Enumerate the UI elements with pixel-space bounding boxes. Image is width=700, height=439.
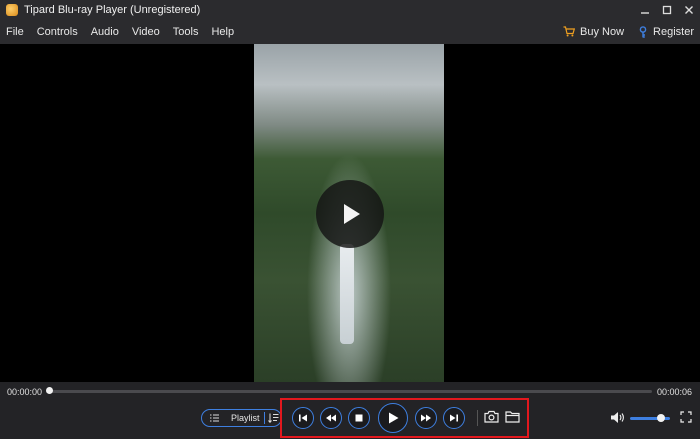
seek-thumb[interactable] xyxy=(46,387,53,394)
playlist-button[interactable]: Playlist xyxy=(201,409,282,427)
menu-file[interactable]: File xyxy=(6,26,24,38)
menu-audio[interactable]: Audio xyxy=(91,26,119,38)
maximize-icon xyxy=(662,5,672,14)
video-frame xyxy=(254,44,444,382)
duration: 00:00:06 xyxy=(656,387,692,397)
control-panel: 00:00:00 00:00:06 Playlist xyxy=(0,382,700,439)
previous-button[interactable] xyxy=(292,407,314,429)
current-time: 00:00:00 xyxy=(7,387,43,397)
maximize-button[interactable] xyxy=(656,0,678,19)
fast-forward-button[interactable] xyxy=(415,407,437,429)
center-play-button[interactable] xyxy=(316,180,384,248)
menu-bar: File Controls Audio Video Tools Help Buy… xyxy=(0,19,700,44)
close-button[interactable] xyxy=(678,0,700,19)
playlist-divider xyxy=(264,412,265,424)
snapshot-icon xyxy=(484,410,499,423)
menu-help[interactable]: Help xyxy=(211,26,234,38)
open-folder-icon xyxy=(505,411,520,423)
key-icon xyxy=(639,25,647,38)
window-controls xyxy=(634,0,700,19)
play-icon xyxy=(389,412,399,424)
window-title: Tipard Blu-ray Player (Unregistered) xyxy=(24,3,201,16)
stop-icon xyxy=(355,414,363,422)
speaker-icon xyxy=(611,412,624,423)
open-folder-button[interactable] xyxy=(505,410,520,423)
title-bar: Tipard Blu-ray Player (Unregistered) xyxy=(0,0,700,19)
close-icon xyxy=(685,5,693,14)
register-button[interactable]: Register xyxy=(638,26,694,38)
play-icon xyxy=(344,204,360,224)
stop-button[interactable] xyxy=(348,407,370,429)
register-label: Register xyxy=(653,25,694,38)
app-logo xyxy=(6,3,18,16)
play-button[interactable] xyxy=(378,403,408,433)
next-button[interactable] xyxy=(443,407,465,429)
menu-controls[interactable]: Controls xyxy=(37,26,78,38)
rewind-icon xyxy=(326,414,336,422)
fullscreen-button[interactable] xyxy=(680,411,692,426)
buy-now-button[interactable]: Buy Now xyxy=(563,26,624,38)
volume-slider[interactable] xyxy=(630,414,670,422)
minimize-icon xyxy=(641,11,649,14)
fast-forward-icon xyxy=(421,414,431,422)
buy-now-label: Buy Now xyxy=(580,25,625,38)
volume-button[interactable] xyxy=(610,411,625,427)
playlist-label: Playlist xyxy=(231,413,260,423)
rewind-button[interactable] xyxy=(320,407,342,429)
sort-icon[interactable] xyxy=(268,413,279,423)
seek-bar[interactable] xyxy=(46,387,652,394)
video-area[interactable] xyxy=(0,44,700,382)
previous-icon xyxy=(299,414,307,422)
list-icon xyxy=(210,414,219,422)
menu-tools[interactable]: Tools xyxy=(173,26,199,38)
snapshot-button[interactable] xyxy=(484,410,499,423)
menu-video[interactable]: Video xyxy=(132,26,160,38)
volume-thumb[interactable] xyxy=(657,414,666,422)
cart-icon xyxy=(563,26,575,37)
controls-divider xyxy=(477,410,478,426)
waterfall-scene xyxy=(340,244,354,344)
minimize-button[interactable] xyxy=(634,0,656,19)
fullscreen-icon xyxy=(680,411,692,423)
next-icon xyxy=(450,414,458,422)
